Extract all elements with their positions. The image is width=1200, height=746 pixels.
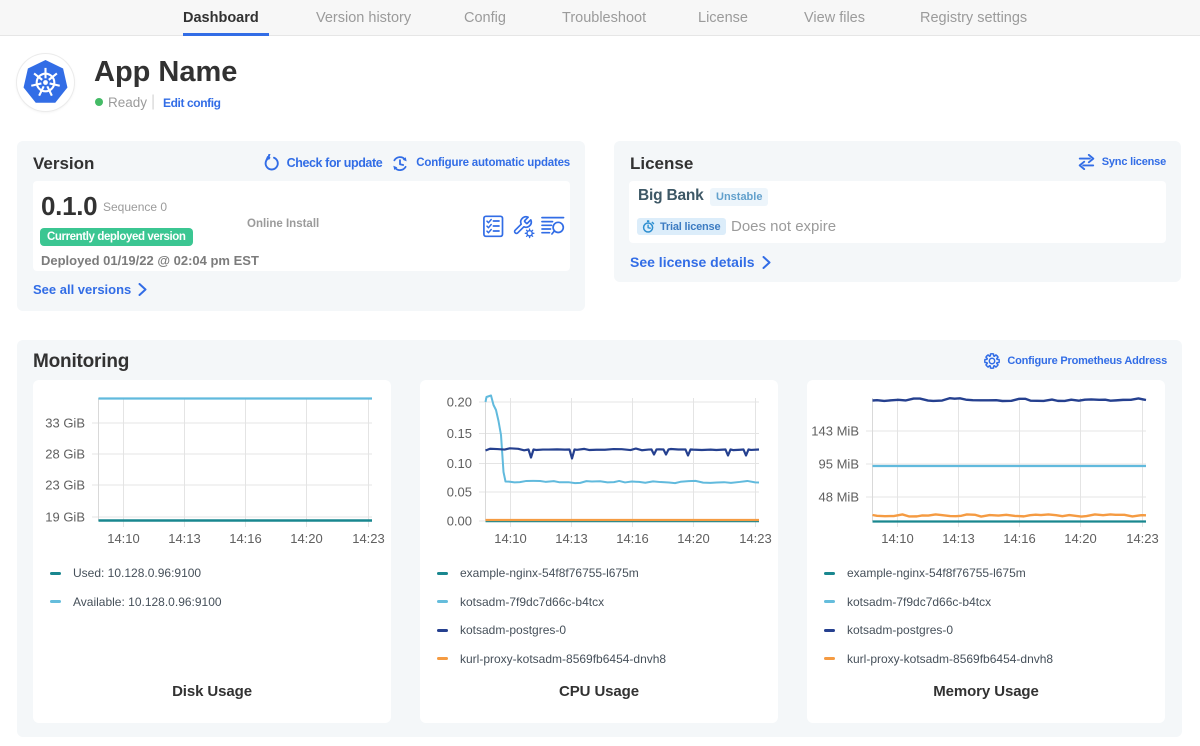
svg-text:48 MiB: 48 MiB — [819, 490, 859, 505]
svg-text:143 MiB: 143 MiB — [811, 424, 859, 439]
svg-text:33 GiB: 33 GiB — [45, 416, 85, 431]
svg-text:0.05: 0.05 — [447, 485, 472, 500]
svg-text:14:23: 14:23 — [739, 531, 772, 546]
svg-text:14:23: 14:23 — [352, 531, 385, 546]
svg-text:0.10: 0.10 — [447, 456, 472, 471]
svg-text:14:23: 14:23 — [1126, 531, 1159, 546]
svg-text:14:20: 14:20 — [290, 531, 323, 546]
svg-text:14:16: 14:16 — [616, 531, 649, 546]
svg-text:0.00: 0.00 — [447, 514, 472, 529]
svg-text:14:16: 14:16 — [1003, 531, 1036, 546]
svg-text:14:20: 14:20 — [677, 531, 710, 546]
svg-text:14:10: 14:10 — [881, 531, 914, 546]
svg-text:95 MiB: 95 MiB — [819, 457, 859, 472]
svg-text:28 GiB: 28 GiB — [45, 447, 85, 462]
svg-text:14:13: 14:13 — [555, 531, 588, 546]
svg-text:14:13: 14:13 — [168, 531, 201, 546]
svg-text:14:10: 14:10 — [494, 531, 527, 546]
svg-text:19 GiB: 19 GiB — [45, 510, 85, 525]
svg-text:0.20: 0.20 — [447, 395, 472, 410]
svg-text:0.15: 0.15 — [447, 426, 472, 441]
svg-text:14:20: 14:20 — [1064, 531, 1097, 546]
svg-text:14:13: 14:13 — [942, 531, 975, 546]
svg-text:14:10: 14:10 — [107, 531, 140, 546]
svg-text:23 GiB: 23 GiB — [45, 478, 85, 493]
svg-text:14:16: 14:16 — [229, 531, 262, 546]
